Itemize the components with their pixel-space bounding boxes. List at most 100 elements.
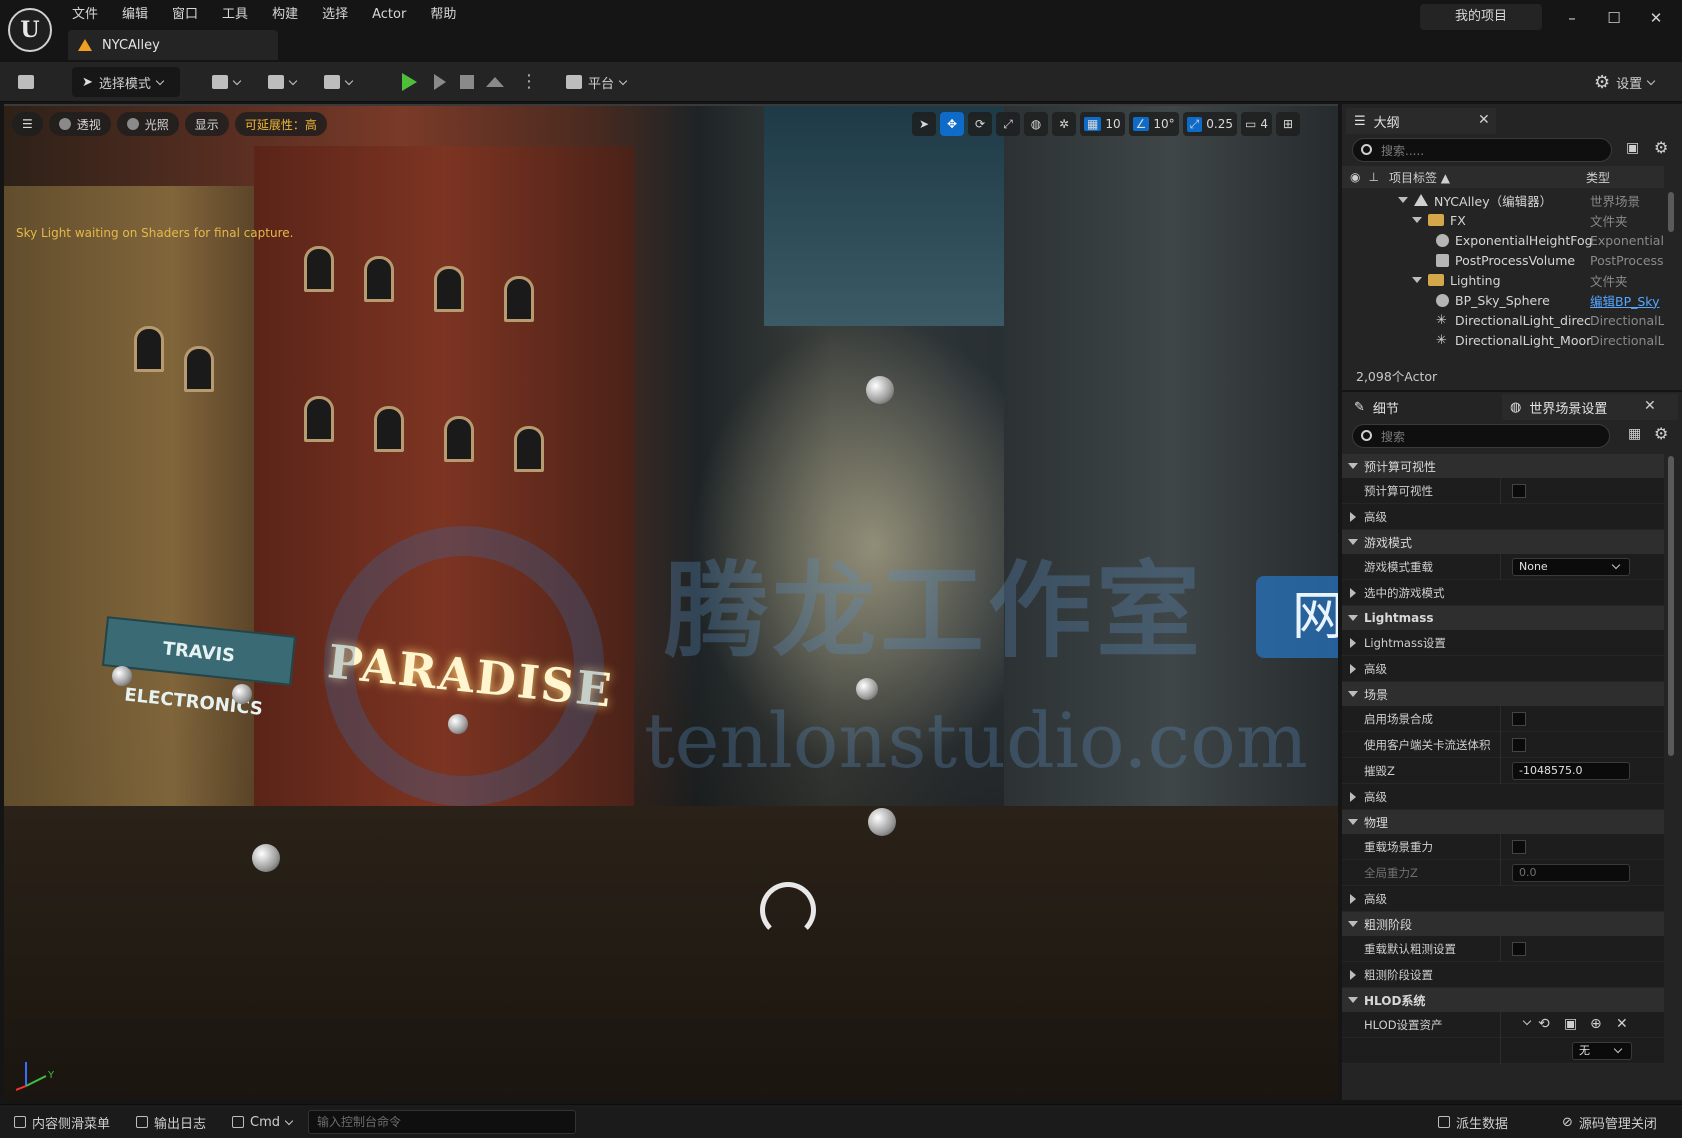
grid-snap-button[interactable]: ▦ 10 [1080,112,1125,136]
scale-tool-button[interactable]: ⤢ [996,112,1020,136]
menu-window[interactable]: 窗口 [160,4,210,26]
world-composition-checkbox[interactable] [1512,712,1526,726]
expand-icon[interactable] [1412,217,1422,223]
gear-icon[interactable]: ⚙ [1654,424,1668,443]
outliner-row[interactable]: ✳ DirectionalLight_Moor DirectionalL [1342,330,1664,350]
edit-blueprint-link[interactable]: 编辑BP_Sky [1590,291,1664,310]
scalability-button[interactable]: 可延展性：高 [234,112,327,136]
outliner-row[interactable]: NYCAlley（编辑器） 世界场景 [1342,190,1664,210]
col-type-header[interactable]: 类型 [1586,169,1610,186]
precomputed-visibility-checkbox[interactable] [1512,484,1526,498]
menu-edit[interactable]: 编辑 [110,4,160,26]
section-gamemode[interactable]: 游戏模式 [1342,530,1664,554]
details-search-input[interactable]: 搜索 [1352,424,1610,448]
reflection-capture-icon[interactable] [866,376,894,404]
browse-folder-icon[interactable]: ▣ [1564,1016,1577,1032]
menu-tools[interactable]: 工具 [210,4,260,26]
eject-button[interactable] [486,67,504,97]
prop-advanced[interactable]: 高级 [1342,504,1664,530]
stop-button[interactable] [460,67,474,97]
section-hlod[interactable]: HLOD系统 [1342,988,1664,1012]
outliner-row[interactable]: FX 文件夹 [1342,210,1664,230]
level-viewport[interactable]: TRAVIS ELECTRONICS PARADISE 腾龙工作室 网站 ten… [4,104,1338,1100]
console-command-input[interactable]: 输入控制台命令 [308,1110,576,1134]
reflection-capture-icon[interactable] [856,678,878,700]
details-tab[interactable]: ✎ 细节 [1346,394,1496,420]
outliner-row[interactable]: PostProcessVolume PostProcess [1342,250,1664,270]
viewport-layout-button[interactable]: ⊞ [1275,112,1300,136]
prop-advanced[interactable]: 高级 [1342,784,1664,810]
reflection-capture-icon[interactable] [448,714,468,734]
reflection-capture-icon[interactable] [868,808,896,836]
override-gravity-checkbox[interactable] [1512,840,1526,854]
derived-data-button[interactable]: 派生数据 [1438,1110,1508,1134]
pin-icon[interactable]: ⊥ [1368,170,1378,184]
player-start-icon[interactable] [760,882,816,938]
outliner-scrollbar[interactable] [1668,192,1674,232]
camera-speed-button[interactable]: ▭ 4 [1241,112,1272,136]
show-button[interactable]: 显示 [184,112,229,136]
content-drawer-button[interactable]: 内容侧滑菜单 [14,1110,110,1134]
translate-tool-button[interactable]: ✥ [940,112,964,136]
project-name-button[interactable]: 我的项目 [1420,4,1542,30]
cmd-dropdown[interactable]: Cmd [232,1110,296,1134]
browse-back-icon[interactable]: ⟲ [1538,1016,1550,1032]
minimize-button[interactable]: – [1554,6,1590,30]
reflection-capture-icon[interactable] [112,666,132,686]
save-button[interactable] [18,67,34,97]
select-tool-button[interactable]: ➤ [912,112,936,136]
details-scrollbar[interactable] [1668,456,1674,756]
menu-actor[interactable]: Actor [360,4,418,26]
close-window-button[interactable]: ✕ [1638,6,1674,30]
override-broadphase-checkbox[interactable] [1512,942,1526,956]
prop-broadphase-settings[interactable]: 粗测阶段设置 [1342,962,1664,988]
platforms-dropdown[interactable]: 平台 [566,67,630,97]
clear-icon[interactable]: ✕ [1616,1016,1628,1032]
expand-icon[interactable] [1398,197,1408,203]
prop-advanced[interactable]: 高级 [1342,886,1664,912]
play-options-button[interactable]: ⋮ [520,67,538,97]
menu-select[interactable]: 选择 [310,4,360,26]
close-icon[interactable]: ✕ [1478,112,1490,128]
col-label-header[interactable]: 项目标签 ▲ [1389,169,1450,186]
settings-dropdown[interactable]: ⚙ 设置 [1594,67,1658,97]
menu-build[interactable]: 构建 [260,4,310,26]
outliner-tab[interactable]: ☰ 大纲 [1346,108,1496,134]
add-icon[interactable]: ⊕ [1590,1016,1602,1032]
rotate-tool-button[interactable]: ⟳ [968,112,992,136]
blueprint-button[interactable] [268,67,300,97]
eye-icon[interactable]: ◉ [1350,170,1360,184]
reflection-capture-icon[interactable] [232,684,252,704]
close-icon[interactable]: ✕ [1644,398,1656,414]
section-world[interactable]: 场景 [1342,682,1664,706]
world-local-toggle[interactable]: ◍ [1024,112,1048,136]
perspective-button[interactable]: 透视 [48,112,111,136]
section-lightmass[interactable]: Lightmass [1342,606,1664,630]
surface-snap-toggle[interactable]: ✲ [1052,112,1076,136]
unreal-logo-icon[interactable]: U [8,8,52,52]
select-mode-dropdown[interactable]: ➤ 选择模式 [72,67,180,97]
reflection-capture-icon[interactable] [252,844,280,872]
outliner-row[interactable]: Lighting 文件夹 [1342,270,1664,290]
chevron-down-icon[interactable] [1522,1016,1532,1026]
section-physics[interactable]: 物理 [1342,810,1664,834]
gamemode-override-dropdown[interactable]: None [1512,558,1630,576]
step-button[interactable] [434,67,446,97]
expand-icon[interactable] [1412,277,1422,283]
level-tab[interactable]: NYCAlley [68,30,278,60]
menu-file[interactable]: 文件 [60,4,110,26]
table-view-icon[interactable]: ▦ [1628,426,1641,442]
prop-advanced[interactable]: 高级 [1342,656,1664,682]
play-button[interactable] [402,67,417,97]
section-broadphase[interactable]: 粗测阶段 [1342,912,1664,936]
scale-snap-button[interactable]: ⤢ 0.25 [1182,112,1237,136]
cinematics-button[interactable] [324,67,356,97]
angle-snap-button[interactable]: ∠ 10° [1128,112,1179,136]
kill-z-field[interactable]: -1048575.0 [1512,762,1630,780]
client-streaming-checkbox[interactable] [1512,738,1526,752]
prop-selected-gamemode[interactable]: 选中的游戏模式 [1342,580,1664,606]
outliner-search-input[interactable]: 搜索..... [1352,138,1612,162]
add-actor-button[interactable] [212,67,244,97]
outliner-row[interactable]: ✳ DirectionalLight_direc DirectionalL [1342,310,1664,330]
source-control-button[interactable]: ⊘ 源码管理关闭 [1562,1110,1657,1134]
